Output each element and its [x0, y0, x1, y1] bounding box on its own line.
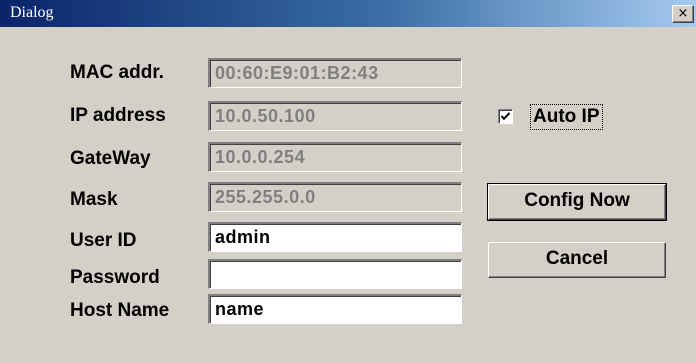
mask-field [208, 182, 462, 212]
close-icon: × [677, 6, 689, 21]
user-id-label: User ID [70, 230, 137, 251]
host-name-label: Host Name [70, 300, 170, 321]
window-title: Dialog [10, 4, 54, 21]
title-bar[interactable]: Dialog × [0, 0, 696, 27]
host-name-field[interactable] [208, 294, 462, 324]
mac-address-field [208, 58, 462, 88]
gateway-field [208, 142, 462, 172]
checkmark-icon [500, 112, 511, 121]
auto-ip-label[interactable]: Auto IP [530, 104, 603, 130]
config-now-button[interactable]: Config Now [487, 183, 667, 221]
ip-address-field [208, 101, 462, 131]
password-label: Password [70, 267, 160, 288]
gateway-label: GateWay [70, 148, 151, 169]
cancel-button[interactable]: Cancel [488, 242, 666, 278]
close-button[interactable]: × [672, 5, 694, 23]
user-id-field[interactable] [208, 222, 462, 252]
auto-ip-checkbox-box[interactable] [498, 109, 513, 124]
ip-address-label: IP address [70, 105, 166, 126]
dialog-window: Dialog × MAC addr. IP address GateWay Ma… [0, 0, 696, 363]
password-field[interactable] [208, 259, 462, 289]
mac-address-label: MAC addr. [70, 62, 164, 83]
mask-label: Mask [70, 189, 118, 210]
